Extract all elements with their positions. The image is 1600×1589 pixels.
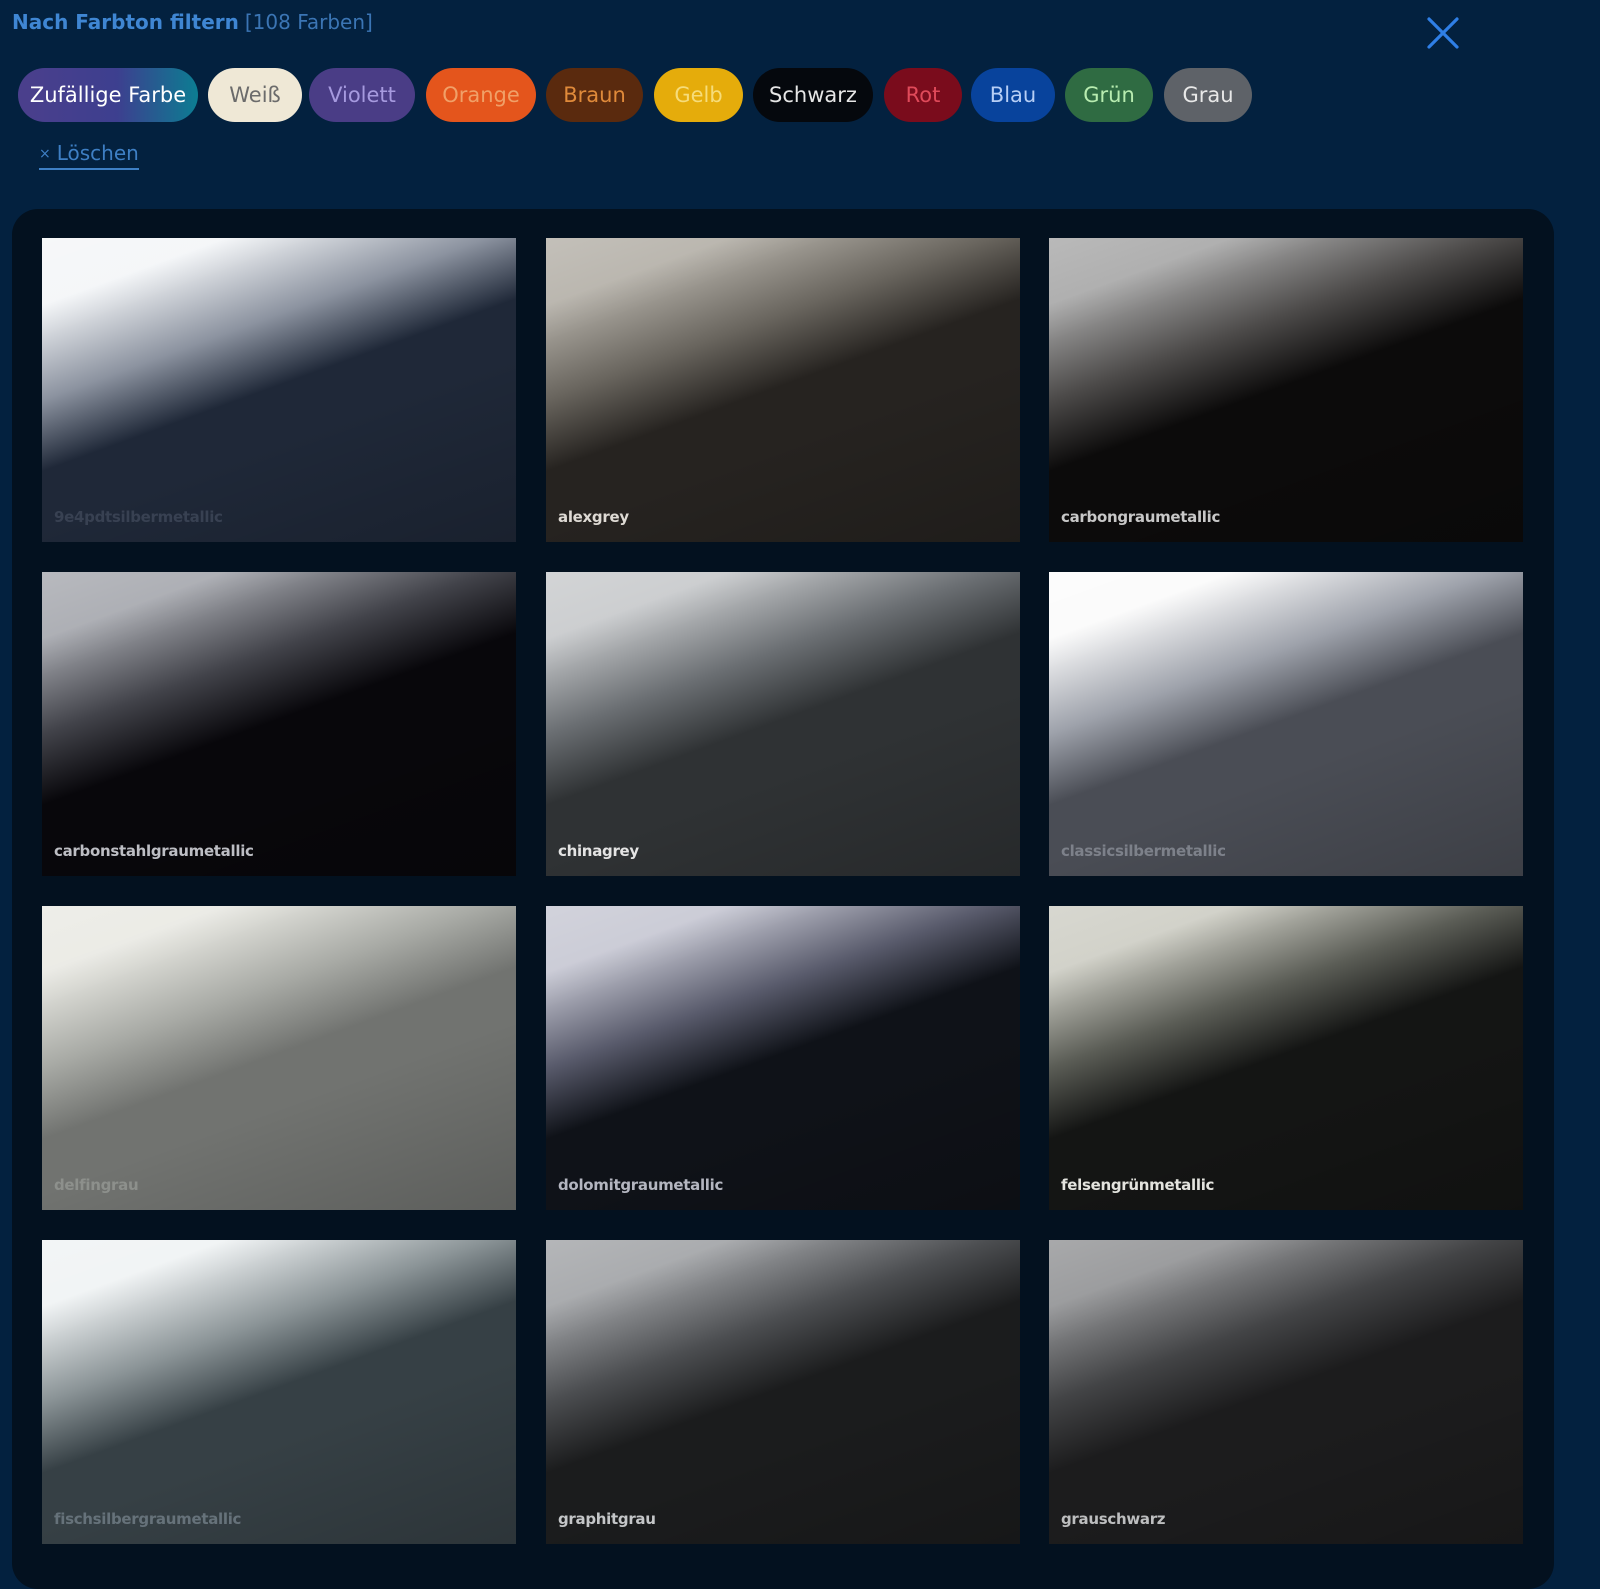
- swatch-name: delfingrau: [54, 1176, 139, 1194]
- close-icon: [1427, 17, 1459, 49]
- swatch-sheen: [546, 572, 1020, 876]
- color-swatch[interactable]: 9e4pdtsilbermetallic: [42, 238, 516, 542]
- clear-filter-link[interactable]: × Löschen: [39, 141, 139, 170]
- color-count: [108 Farben]: [244, 10, 373, 34]
- color-swatch[interactable]: carbonstahlgraumetallic: [42, 572, 516, 876]
- chip-color-3[interactable]: Orange: [426, 68, 536, 122]
- chip-color-6[interactable]: Schwarz: [753, 68, 873, 122]
- chip-color-9[interactable]: Grün: [1065, 68, 1153, 122]
- close-button[interactable]: [1426, 16, 1460, 50]
- swatch-sheen: [1049, 238, 1523, 542]
- chip-color-1[interactable]: Weiß: [208, 68, 302, 122]
- chip-color-2[interactable]: Violett: [309, 68, 415, 122]
- swatch-grid-panel: 9e4pdtsilbermetallic alexgrey carbongraume…: [12, 209, 1554, 1589]
- color-swatch[interactable]: alexgrey: [546, 238, 1020, 542]
- swatch-name: alexgrey: [558, 508, 629, 526]
- swatch-sheen: [42, 1240, 516, 1544]
- swatch-sheen: [546, 1240, 1020, 1544]
- swatch-sheen: [1049, 1240, 1523, 1544]
- swatch-name: grauschwarz: [1061, 1510, 1166, 1528]
- swatch-name: 9e4pdtsilbermetallic: [54, 508, 223, 526]
- chip-color-5[interactable]: Gelb: [654, 68, 743, 122]
- swatch-sheen: [42, 238, 516, 542]
- swatch-name: chinagrey: [558, 842, 639, 860]
- color-swatch[interactable]: dolomitgraumetallic: [546, 906, 1020, 1210]
- swatch-name: graphitgrau: [558, 1510, 656, 1528]
- swatch-sheen: [42, 572, 516, 876]
- swatch-sheen: [1049, 572, 1523, 876]
- page-title: Nach Farbton filtern [108 Farben]: [12, 10, 373, 34]
- swatch-name: carbonstahlgraumetallic: [54, 842, 254, 860]
- color-swatch[interactable]: graphitgrau: [546, 1240, 1020, 1544]
- chip-color-4[interactable]: Braun: [546, 68, 643, 122]
- color-swatch[interactable]: chinagrey: [546, 572, 1020, 876]
- color-swatch[interactable]: delfingrau: [42, 906, 516, 1210]
- swatch-name: felsengrünmetallic: [1061, 1176, 1215, 1194]
- clear-label: Löschen: [56, 141, 139, 165]
- color-swatch[interactable]: fischsilbergraumetallic: [42, 1240, 516, 1544]
- chip-random[interactable]: Zufällige Farbe: [18, 68, 198, 122]
- swatch-sheen: [546, 906, 1020, 1210]
- color-swatch[interactable]: carbongraumetallic: [1049, 238, 1523, 542]
- chip-color-8[interactable]: Blau: [971, 68, 1055, 122]
- swatch-name: dolomitgraumetallic: [558, 1176, 724, 1194]
- color-swatch[interactable]: classicsilbermetallic: [1049, 572, 1523, 876]
- swatch-name: classicsilbermetallic: [1061, 842, 1226, 860]
- color-swatch[interactable]: felsengrünmetallic: [1049, 906, 1523, 1210]
- swatch-name: fischsilbergraumetallic: [54, 1510, 242, 1528]
- clear-icon: ×: [39, 146, 51, 162]
- chip-color-7[interactable]: Rot: [884, 68, 962, 122]
- chip-color-10[interactable]: Grau: [1164, 68, 1252, 122]
- swatch-name: carbongraumetallic: [1061, 508, 1221, 526]
- color-swatch[interactable]: grauschwarz: [1049, 1240, 1523, 1544]
- swatch-sheen: [546, 238, 1020, 542]
- swatch-sheen: [42, 906, 516, 1210]
- filter-title: Nach Farbton filtern: [12, 10, 239, 34]
- swatch-sheen: [1049, 906, 1523, 1210]
